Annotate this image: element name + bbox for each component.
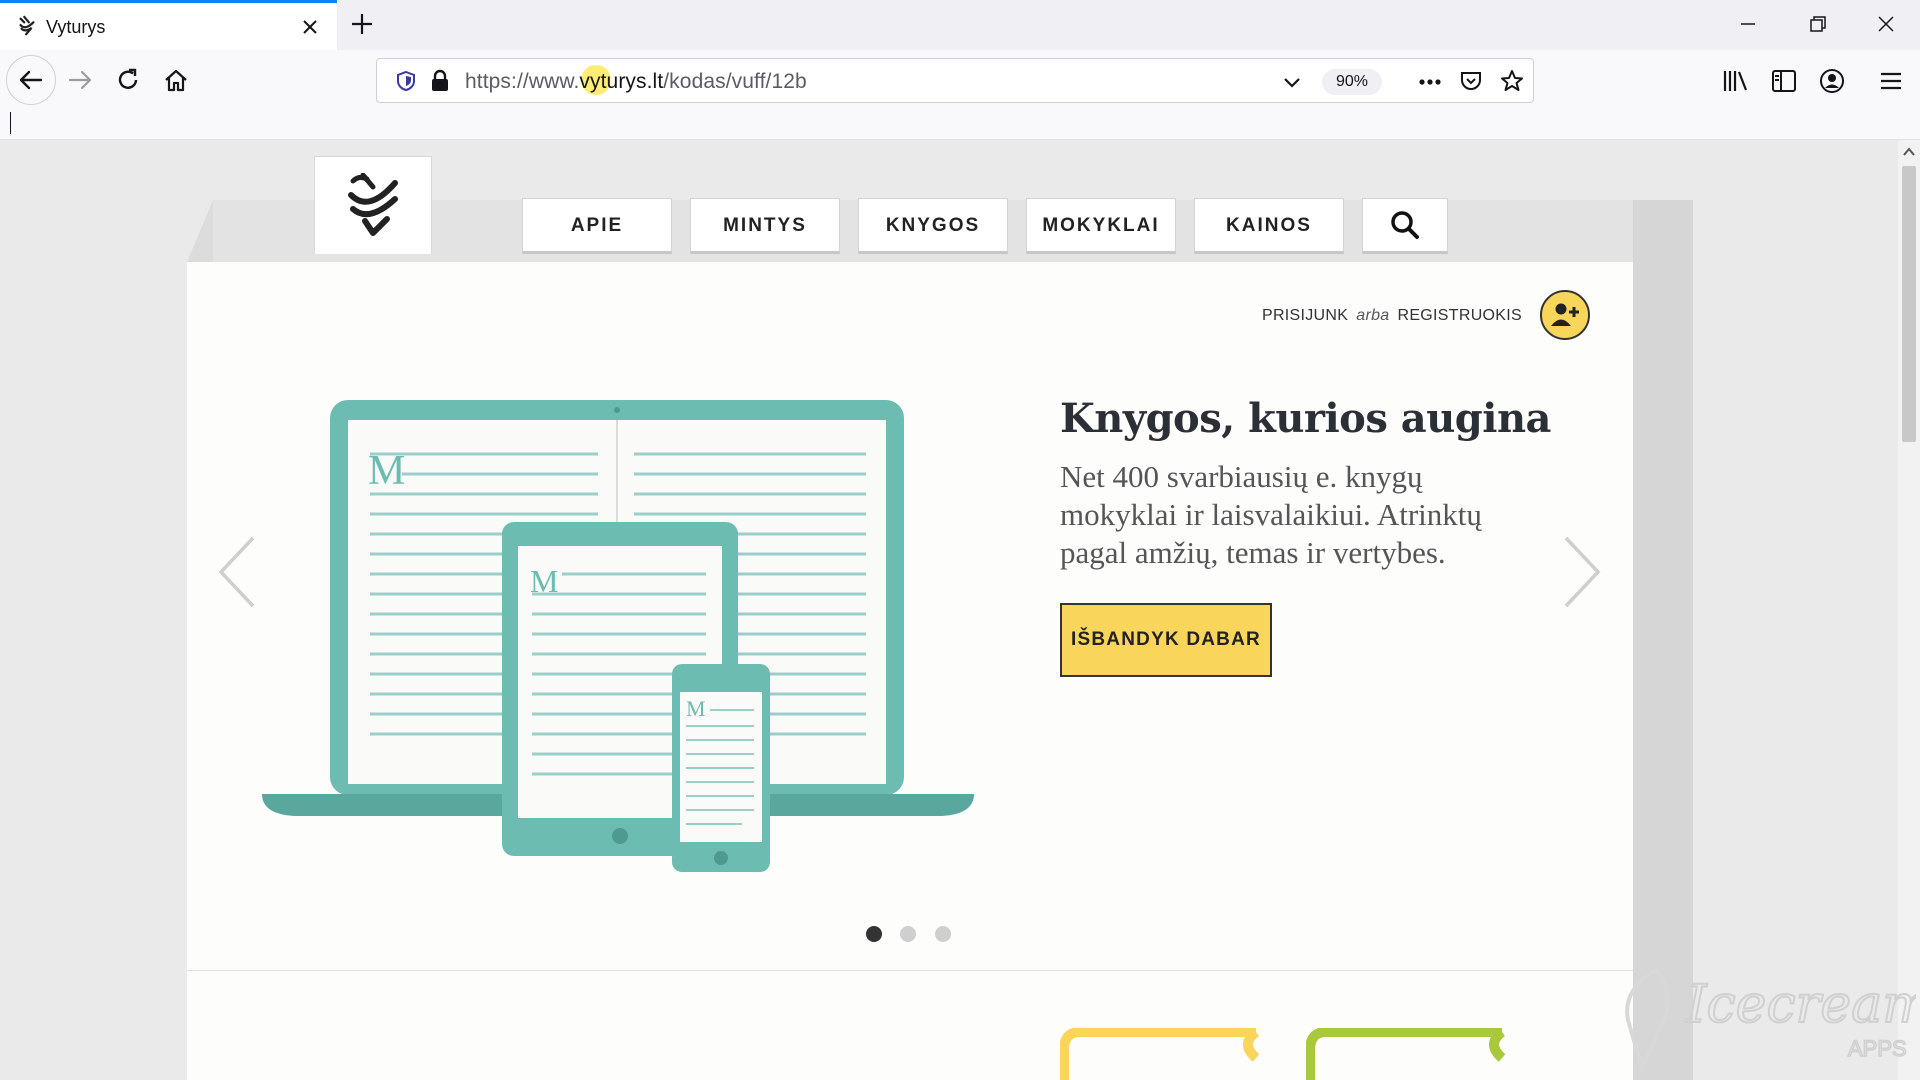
- tracking-protection-icon[interactable]: [395, 70, 417, 92]
- restore-icon[interactable]: [1806, 12, 1830, 36]
- account-icon[interactable]: [1818, 67, 1846, 95]
- watermark-subtext: APPS: [1848, 1036, 1907, 1061]
- reload-icon: [118, 68, 138, 89]
- carousel-dot-2[interactable]: [900, 926, 916, 942]
- navigation-toolbar: https://www.vyturys.lt/kodas/vuff/12b 90…: [0, 50, 1920, 140]
- carousel-next-arrow-icon[interactable]: [1560, 532, 1604, 612]
- auth-links: PRISIJUNK arba REGISTRUOKIS: [1262, 307, 1522, 325]
- site-logo[interactable]: [314, 156, 432, 254]
- sidebar-icon[interactable]: [1770, 68, 1798, 94]
- tab-title: Vyturys: [46, 17, 106, 37]
- devices-illustration: M M M: [262, 400, 974, 872]
- yellow-book-icon: [1060, 1028, 1260, 1080]
- forward-button[interactable]: [60, 60, 100, 100]
- carousel-prev-arrow-icon[interactable]: [215, 532, 259, 612]
- hero-title: Knygos, kurios augina: [1060, 395, 1551, 442]
- url-text[interactable]: https://www.vyturys.lt/kodas/vuff/12b: [465, 70, 807, 94]
- vyturys-favicon-icon: [19, 15, 35, 36]
- auth-or-text: arba: [1356, 307, 1390, 324]
- url-prefix: https://www.: [465, 70, 580, 93]
- minimize-icon[interactable]: [1736, 12, 1760, 36]
- back-button[interactable]: [6, 55, 56, 105]
- watermark-text: Icecream: [1685, 975, 1916, 1035]
- arrow-left-icon: [19, 70, 43, 90]
- bookmark-star-icon[interactable]: [1499, 68, 1525, 94]
- svg-text:M: M: [368, 448, 405, 494]
- text-caret: [10, 112, 11, 134]
- nav-apie[interactable]: APIE: [522, 198, 672, 254]
- close-window-icon[interactable]: [1874, 12, 1898, 36]
- arrow-right-icon: [68, 70, 92, 90]
- user-add-button[interactable]: [1540, 290, 1590, 340]
- lock-icon[interactable]: [429, 69, 451, 93]
- new-tab-icon[interactable]: [348, 10, 376, 38]
- carousel-dot-3[interactable]: [935, 926, 951, 942]
- login-link[interactable]: PRISIJUNK: [1262, 307, 1348, 325]
- more-actions-icon[interactable]: [1417, 71, 1443, 93]
- user-plus-icon: [1551, 303, 1579, 326]
- url-host: vyturys.lt: [579, 70, 664, 93]
- vyturys-logo-icon: [348, 172, 398, 236]
- browser-tab[interactable]: Vyturys: [0, 0, 337, 50]
- home-icon: [165, 69, 187, 92]
- icecream-apps-watermark: Icecream APPS: [1625, 967, 1916, 1074]
- stage-bevel: [187, 200, 213, 262]
- reload-button[interactable]: [108, 60, 148, 100]
- hero-subtitle: Net 400 svarbiausių e. knygų mokyklai ir…: [1060, 459, 1482, 570]
- close-tab-icon[interactable]: [298, 15, 322, 39]
- home-button[interactable]: [156, 60, 196, 100]
- library-icon[interactable]: [1722, 68, 1750, 94]
- menu-icon[interactable]: [1878, 68, 1904, 94]
- tab-bar: Vyturys: [0, 0, 1920, 50]
- search-icon: [1391, 211, 1419, 239]
- try-now-button[interactable]: IŠBANDYK DABAR: [1060, 603, 1272, 677]
- svg-text:M: M: [686, 696, 706, 721]
- page-scrollbar[interactable]: [1898, 140, 1920, 1080]
- carousel-dot-1[interactable]: [866, 926, 882, 942]
- search-button[interactable]: [1362, 198, 1448, 254]
- chevron-down-icon[interactable]: [1281, 71, 1303, 93]
- stage-side: [1633, 200, 1693, 1080]
- svg-text:M: M: [530, 563, 558, 599]
- nav-mintys[interactable]: MINTYS: [690, 198, 840, 254]
- scroll-thumb[interactable]: [1902, 166, 1916, 442]
- pocket-icon[interactable]: [1459, 69, 1483, 93]
- nav-kainos[interactable]: KAINOS: [1194, 198, 1344, 254]
- green-book-icon: [1306, 1028, 1506, 1080]
- register-link[interactable]: REGISTRUOKIS: [1397, 307, 1522, 325]
- nav-mokyklai[interactable]: MOKYKLAI: [1026, 198, 1176, 254]
- address-bar[interactable]: https://www.vyturys.lt/kodas/vuff/12b 90…: [376, 58, 1534, 103]
- url-path: /kodas/vuff/12b: [663, 70, 807, 93]
- zoom-indicator[interactable]: 90%: [1322, 69, 1382, 95]
- nav-knygos[interactable]: KNYGOS: [858, 198, 1008, 254]
- scroll-up-icon[interactable]: [1902, 146, 1916, 158]
- page-viewport: APIE MINTYS KNYGOS MOKYKLAI KAINOS PRISI…: [0, 140, 1920, 1080]
